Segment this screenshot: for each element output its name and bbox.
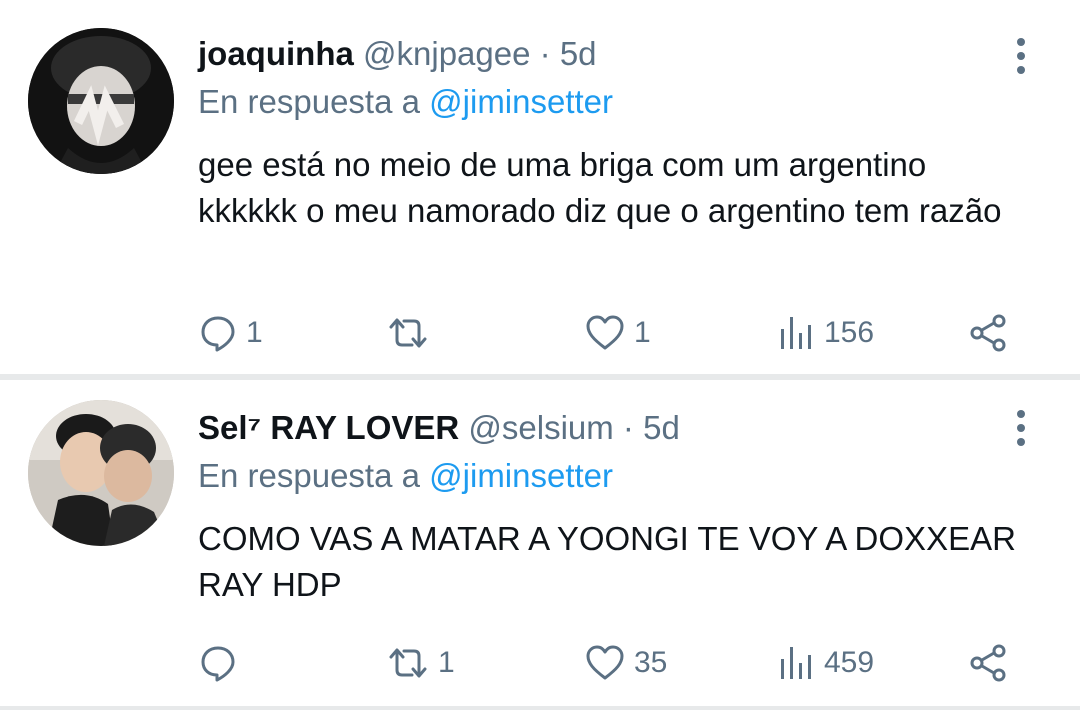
like-button[interactable]: 1 (584, 308, 651, 358)
share-button[interactable] (968, 308, 1010, 358)
like-count: 35 (634, 646, 668, 679)
share-icon (970, 314, 1006, 352)
retweet-count: 1 (438, 646, 455, 679)
like-count: 1 (634, 316, 651, 349)
reply-count: 1 (246, 316, 263, 349)
views-count: 459 (824, 646, 875, 679)
reply-button[interactable] (198, 638, 246, 688)
more-options-icon[interactable] (1008, 36, 1034, 76)
reply-prefix: En respuesta a (198, 457, 420, 494)
display-name[interactable]: Sel⁷ RAY LOVER (198, 409, 459, 446)
share-button[interactable] (968, 638, 1010, 688)
tweet-header: joaquinha @knjpagee · 5d (198, 34, 597, 74)
avatar[interactable] (28, 400, 174, 546)
reply-icon (201, 646, 235, 682)
views-button[interactable]: 459 (776, 638, 874, 688)
timestamp[interactable]: 5d (560, 35, 597, 72)
retweet-icon (389, 648, 427, 678)
retweet-button[interactable]: 1 (386, 638, 455, 688)
tweet-divider (0, 706, 1080, 710)
reply-context: En respuesta a @jiminsetter (198, 82, 613, 122)
views-icon (781, 647, 811, 679)
views-icon (781, 317, 811, 349)
separator: · (539, 35, 551, 72)
reply-button[interactable]: 1 (198, 308, 263, 358)
share-icon (970, 644, 1006, 682)
reply-icon (201, 316, 235, 352)
separator: · (622, 409, 634, 446)
reply-context: En respuesta a @jiminsetter (198, 456, 613, 496)
reply-mention-link[interactable]: @jiminsetter (429, 457, 613, 494)
tweet-text: COMO VAS A MATAR A YOONGI TE VOY A DOXXE… (198, 520, 1016, 603)
like-button[interactable]: 35 (584, 638, 667, 688)
user-handle[interactable]: @selsium (468, 409, 613, 446)
tweet-text: gee está no meio de uma briga com um arg… (198, 146, 1002, 229)
like-icon (586, 315, 624, 350)
views-button[interactable]: 156 (776, 308, 874, 358)
retweet-button[interactable] (386, 308, 438, 358)
views-count: 156 (824, 316, 875, 349)
retweet-icon (389, 318, 427, 348)
tweet-actions: 1 1 156 (198, 308, 1028, 358)
display-name[interactable]: joaquinha (198, 35, 354, 72)
tweet-divider (0, 374, 1080, 380)
tweet-header: Sel⁷ RAY LOVER @selsium · 5d (198, 408, 680, 448)
avatar[interactable] (28, 28, 174, 174)
like-icon (586, 645, 624, 680)
more-options-icon[interactable] (1008, 408, 1034, 448)
tweet-actions: 1 35 459 (198, 638, 1028, 688)
user-handle[interactable]: @knjpagee (363, 35, 530, 72)
reply-prefix: En respuesta a (198, 83, 420, 120)
timestamp[interactable]: 5d (643, 409, 680, 446)
reply-mention-link[interactable]: @jiminsetter (429, 83, 613, 120)
